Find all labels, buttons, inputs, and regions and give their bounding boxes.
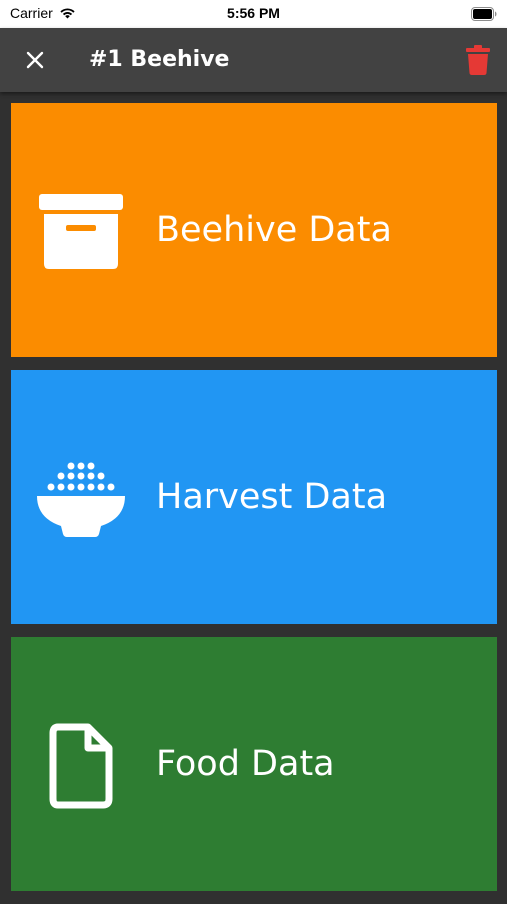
tile-icon-container <box>33 187 129 277</box>
food-data-tile[interactable]: Food Data <box>11 637 497 891</box>
harvest-data-tile[interactable]: Harvest Data <box>11 370 497 624</box>
battery-icon <box>471 7 497 21</box>
delete-button[interactable] <box>463 42 493 78</box>
app-bar: #1 Beehive <box>0 28 507 92</box>
tile-icon-container <box>33 454 129 544</box>
tile-icon-container <box>33 721 129 811</box>
status-time: 5:56 PM <box>227 5 280 21</box>
close-icon <box>26 51 44 69</box>
page-title: #1 Beehive <box>89 47 230 72</box>
tile-label-harvest-data: Harvest Data <box>156 477 388 517</box>
menu-tiles: Beehive Data Harvest Data Food Data <box>11 103 497 904</box>
close-button[interactable] <box>20 45 50 75</box>
rice-bowl-icon <box>37 462 125 537</box>
document-icon <box>49 723 113 809</box>
trash-icon <box>466 45 490 75</box>
status-bar: Carrier 5:56 PM <box>0 0 507 28</box>
archive-box-icon <box>39 194 123 269</box>
beehive-data-tile[interactable]: Beehive Data <box>11 103 497 357</box>
tile-label-food-data: Food Data <box>156 744 335 784</box>
tile-label-beehive-data: Beehive Data <box>156 210 392 250</box>
